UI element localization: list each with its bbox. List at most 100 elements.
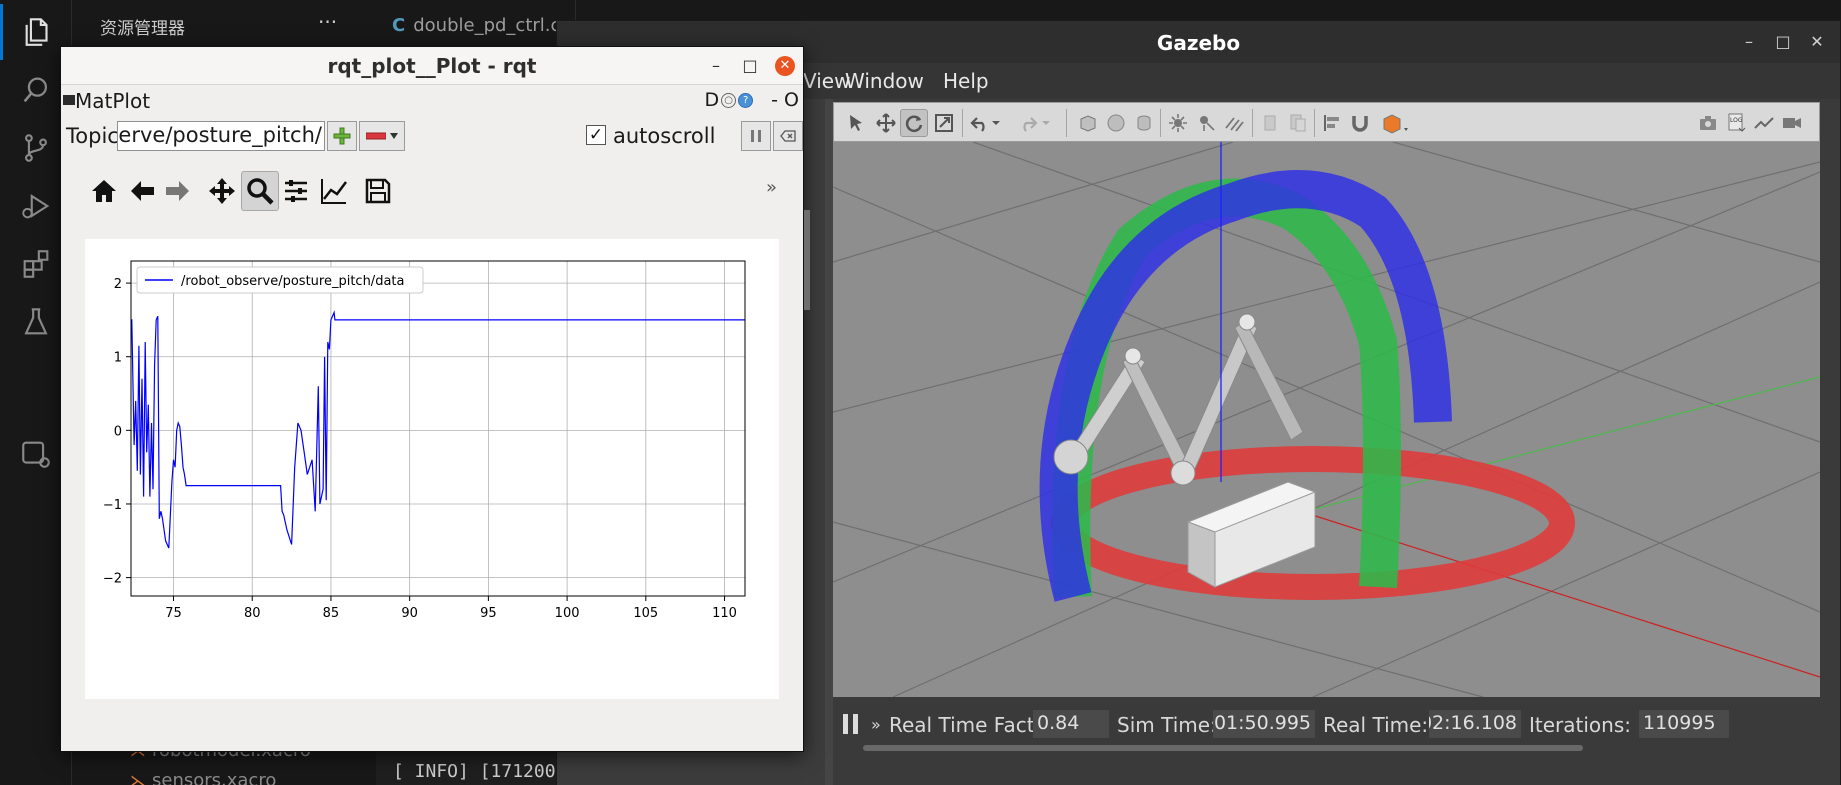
iterations-value: 110995 bbox=[1639, 710, 1729, 738]
translate-mode-icon[interactable] bbox=[872, 109, 900, 137]
toolbar-separator bbox=[962, 109, 963, 137]
screenshot-camera-icon[interactable] bbox=[1694, 109, 1722, 137]
maximize-icon[interactable]: □ bbox=[1771, 30, 1795, 54]
redo-dropdown-icon[interactable] bbox=[1038, 109, 1054, 137]
menu-view[interactable]: View bbox=[803, 69, 850, 93]
clear-button[interactable] bbox=[773, 121, 803, 151]
subplots-config-icon[interactable] bbox=[277, 171, 315, 211]
x-tick-label: 80 bbox=[244, 606, 261, 621]
y-tick-label: −1 bbox=[103, 498, 122, 513]
axes-frame bbox=[130, 260, 746, 597]
x-tick-label: 110 bbox=[712, 606, 737, 621]
gazebo-3d-viewport[interactable] bbox=[833, 142, 1820, 697]
dock-d-label[interactable]: D bbox=[705, 89, 720, 111]
sphere-shape-icon[interactable] bbox=[1102, 109, 1130, 137]
x-tick-label: 85 bbox=[323, 606, 340, 621]
topic-label: Topic bbox=[66, 124, 119, 148]
robot-hinge bbox=[1053, 439, 1089, 475]
statusbar-scrollbar[interactable] bbox=[833, 743, 1820, 753]
x-tick-label: 105 bbox=[633, 606, 658, 621]
directional-light-icon[interactable] bbox=[1220, 109, 1248, 137]
menu-window[interactable]: Window bbox=[845, 69, 924, 93]
dock-close-label[interactable]: - O bbox=[771, 89, 799, 111]
undo-dropdown-icon[interactable] bbox=[988, 109, 1004, 137]
iterations-label: Iterations: bbox=[1529, 713, 1631, 737]
edit-axes-icon[interactable] bbox=[315, 171, 353, 211]
file-item[interactable]: ⋋ sensors.xacro bbox=[130, 770, 276, 785]
file-label: sensors.xacro bbox=[152, 770, 277, 785]
plugin-icon bbox=[63, 95, 75, 105]
gazebo-statusbar: » Real Time Factor: 0.84 Sim Time: 00:00… bbox=[833, 703, 1820, 745]
pause-icon[interactable] bbox=[843, 714, 859, 734]
dock-buttons: D ○ ? - O bbox=[705, 89, 800, 111]
log-icon[interactable]: LOG bbox=[1722, 109, 1750, 137]
toolbar-separator bbox=[1160, 109, 1161, 137]
video-record-icon[interactable] bbox=[1778, 109, 1806, 137]
minimize-icon[interactable]: – bbox=[705, 55, 727, 77]
toolbar-separator bbox=[1252, 109, 1253, 137]
minus-icon bbox=[366, 132, 386, 140]
step-button[interactable]: » bbox=[871, 715, 881, 734]
pan-icon[interactable] bbox=[203, 171, 241, 211]
plot-icon[interactable] bbox=[1750, 109, 1778, 137]
topic-input[interactable]: /robot_observe/posture_pitch bbox=[117, 121, 325, 151]
x-tick-label: 95 bbox=[480, 606, 497, 621]
remove-topic-button[interactable] bbox=[359, 121, 405, 151]
home-icon[interactable] bbox=[85, 171, 123, 211]
sim-time-value: 00:00:01:50.995 bbox=[1213, 710, 1315, 738]
pause-button[interactable] bbox=[741, 121, 771, 151]
menu-help[interactable]: Help bbox=[943, 69, 989, 93]
desktop: 资源管理器 ··· ⋋ robotmodel.xacro ⋋ sensors.x… bbox=[0, 0, 1841, 785]
align-icon[interactable] bbox=[1318, 109, 1346, 137]
dock-title: MatPlot bbox=[75, 89, 151, 113]
explorer-more-icon[interactable]: ··· bbox=[318, 10, 337, 34]
background-splitter bbox=[804, 210, 810, 310]
maximize-icon[interactable]: □ bbox=[739, 55, 761, 77]
select-mode-icon[interactable] bbox=[842, 109, 870, 137]
rqt-titlebar[interactable]: rqt_plot__Plot - rqt – □ ✕ bbox=[61, 47, 803, 85]
toolbar-separator bbox=[1066, 109, 1067, 137]
legend-label: /robot_observe/posture_pitch/data bbox=[181, 274, 404, 289]
back-arrow-icon[interactable] bbox=[123, 171, 161, 211]
add-topic-button[interactable] bbox=[327, 121, 357, 151]
spot-light-icon[interactable] bbox=[1192, 109, 1220, 137]
cylinder-shape-icon[interactable] bbox=[1130, 109, 1158, 137]
gazebo-toolbar: LOG bbox=[833, 102, 1820, 142]
panel-splitter[interactable] bbox=[825, 99, 833, 785]
scene-render bbox=[833, 142, 1820, 697]
x-tick-label: 100 bbox=[555, 606, 580, 621]
y-tick-label: 1 bbox=[114, 351, 122, 366]
plus-icon bbox=[333, 127, 351, 145]
reload-icon[interactable]: ○ bbox=[721, 92, 737, 108]
toolbar-separator bbox=[1314, 109, 1315, 137]
help-icon[interactable]: ? bbox=[738, 92, 754, 108]
autoscroll-checkbox[interactable]: ✓ bbox=[586, 125, 606, 145]
clear-icon bbox=[780, 130, 796, 142]
rtf-value: 0.84 bbox=[1033, 710, 1109, 738]
save-figure-icon[interactable] bbox=[359, 171, 397, 211]
pause-icon bbox=[751, 130, 761, 142]
box-shape-icon[interactable] bbox=[1074, 109, 1102, 137]
rqt-plot-window: rqt_plot__Plot - rqt – □ ✕ MatPlot D ○ ?… bbox=[60, 46, 804, 752]
change-view-angle-icon[interactable] bbox=[1378, 109, 1412, 137]
point-light-icon[interactable] bbox=[1164, 109, 1192, 137]
zoom-magnifier-icon[interactable] bbox=[241, 171, 279, 211]
minimize-icon[interactable]: – bbox=[1737, 30, 1761, 54]
x-tick-label: 75 bbox=[165, 606, 182, 621]
close-icon[interactable]: ✕ bbox=[1805, 30, 1829, 54]
scale-mode-icon[interactable] bbox=[930, 109, 958, 137]
sim-time-label: Sim Time: bbox=[1117, 713, 1217, 737]
chevron-down-icon bbox=[390, 133, 398, 139]
snap-magnet-icon[interactable] bbox=[1346, 109, 1374, 137]
scrollbar-thumb[interactable] bbox=[863, 745, 1583, 751]
rotate-mode-icon[interactable] bbox=[900, 109, 928, 137]
real-time-value: 00:00:02:16.108 bbox=[1429, 710, 1521, 738]
plot-canvas[interactable]: 75 80 85 90 95 100 105 110 −2 −1 0 1 2/robot_observe… bbox=[85, 239, 779, 699]
more-tools-icon[interactable]: » bbox=[766, 177, 777, 198]
topic-row: Topic /robot_observe/posture_pitch ✓ aut… bbox=[61, 119, 803, 153]
paste-icon[interactable] bbox=[1284, 109, 1312, 137]
forward-arrow-icon[interactable] bbox=[159, 171, 197, 211]
close-icon[interactable]: ✕ bbox=[775, 56, 795, 76]
copy-icon[interactable] bbox=[1256, 109, 1284, 137]
tab-double-pd-ctrl[interactable]: C double_pd_ctrl.cp bbox=[376, 0, 576, 50]
